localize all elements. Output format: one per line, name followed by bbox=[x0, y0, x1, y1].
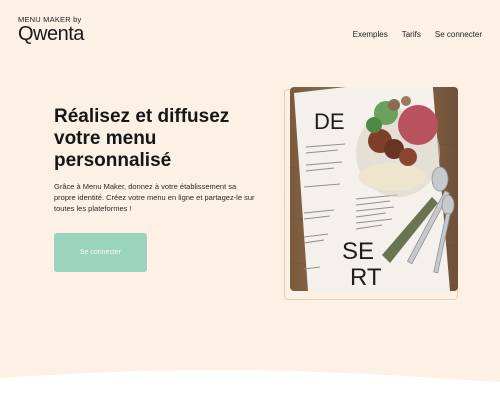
brand-wordmark: Qwenta bbox=[18, 23, 84, 45]
hero-title: Réalisez et diffusez votre menu personna… bbox=[54, 106, 230, 171]
header: MENU MAKER by Qwenta Exemples Tarifs Se … bbox=[0, 0, 500, 60]
menu-letters-top: DE bbox=[314, 109, 345, 134]
nav-link-tarifs[interactable]: Tarifs bbox=[402, 30, 421, 39]
menu-letters-bottom-1: SE bbox=[342, 238, 374, 265]
dessert-menu-illustration: DE SE RT bbox=[290, 87, 458, 291]
menu-letters-bottom-2: RT bbox=[350, 264, 382, 291]
nav-link-exemples[interactable]: Exemples bbox=[353, 30, 388, 39]
cta-se-connecter-button[interactable]: Se connecter bbox=[54, 233, 147, 272]
hero-description: Grâce à Menu Maker, donnez à votre établ… bbox=[54, 182, 255, 213]
bottom-wave bbox=[0, 370, 500, 400]
nav-link-se-connecter[interactable]: Se connecter bbox=[435, 30, 482, 39]
brand-logo[interactable]: MENU MAKER by Qwenta bbox=[18, 15, 84, 44]
main-nav: Exemples Tarifs Se connecter bbox=[353, 30, 482, 39]
hero-photo: DE SE RT bbox=[290, 87, 458, 291]
